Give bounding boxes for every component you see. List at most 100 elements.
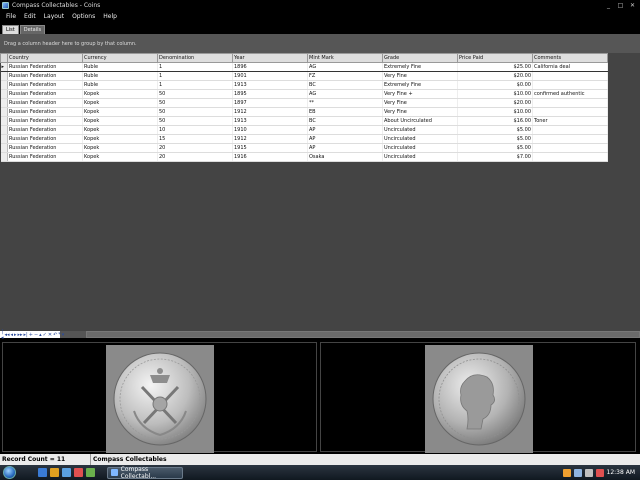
close-icon[interactable]: ✕ (628, 2, 637, 9)
cell-price-paid[interactable]: $5.00 (457, 125, 533, 135)
cell-comments[interactable] (532, 134, 608, 144)
cell-grade[interactable]: Uncirculated (382, 134, 458, 144)
cell-mint-mark[interactable]: BC (307, 116, 383, 126)
taskbar-app-button[interactable]: Compass Collectabl... (107, 466, 183, 480)
cell-country[interactable]: Russian Federation (7, 71, 83, 81)
minimize-icon[interactable]: _ (604, 2, 613, 9)
cell-denomination[interactable]: 50 (157, 116, 233, 126)
menu-options[interactable]: Options (72, 13, 95, 20)
column-header-country[interactable]: Country (7, 53, 83, 63)
obverse-image-panel[interactable] (2, 342, 317, 453)
cell-mint-mark[interactable]: AP (307, 134, 383, 144)
cell-mint-mark[interactable]: AG (307, 89, 383, 99)
table-row[interactable]: Russian Federation Kopek 50 1897 ** Very… (0, 98, 608, 108)
cell-currency[interactable]: Kopek (82, 152, 158, 162)
bookmark-icon[interactable]: * (58, 332, 61, 338)
cell-mint-mark[interactable]: BC (307, 80, 383, 90)
cell-country[interactable]: Russian Federation (7, 98, 83, 108)
column-header-comments[interactable]: Comments (532, 53, 608, 63)
cell-price-paid[interactable]: $5.00 (457, 134, 533, 144)
row-selector[interactable] (0, 71, 8, 81)
cell-denomination[interactable]: 50 (157, 107, 233, 117)
cell-grade[interactable]: Very Fine (382, 98, 458, 108)
cell-country[interactable]: Russian Federation (7, 134, 83, 144)
cell-currency[interactable]: Kopek (82, 134, 158, 144)
security-icon[interactable] (595, 468, 604, 477)
cell-comments[interactable]: confirmed authentic (532, 89, 608, 99)
cell-price-paid[interactable]: $10.00 (457, 107, 533, 117)
row-selector[interactable] (0, 143, 8, 153)
cell-currency[interactable]: Ruble (82, 80, 158, 90)
last-record-icon[interactable]: ▸| (24, 332, 28, 338)
maximize-icon[interactable]: □ (616, 2, 625, 9)
cell-country[interactable]: Russian Federation (7, 143, 83, 153)
cell-year[interactable]: 1912 (232, 107, 308, 117)
cell-mint-mark[interactable]: Osaka (307, 152, 383, 162)
cell-grade[interactable]: Extremely Fine (382, 80, 458, 90)
menu-layout[interactable]: Layout (44, 13, 64, 20)
cell-price-paid[interactable]: $20.00 (457, 71, 533, 81)
table-row[interactable]: Russian Federation Kopek 10 1910 AP Unci… (0, 125, 608, 135)
edit-record-icon[interactable]: ▴ (39, 332, 42, 338)
cell-grade[interactable]: Very Fine (382, 71, 458, 81)
folder-icon[interactable] (50, 468, 59, 477)
table-row[interactable]: Russian Federation Kopek 20 1915 AP Unci… (0, 143, 608, 153)
horizontal-scrollbar[interactable] (86, 331, 640, 338)
cell-mint-mark[interactable]: EB (307, 107, 383, 117)
next-page-icon[interactable]: ▸▸ (18, 332, 23, 338)
cell-comments[interactable] (532, 107, 608, 117)
cell-grade[interactable]: Uncirculated (382, 125, 458, 135)
column-header-currency[interactable]: Currency (82, 53, 158, 63)
cell-price-paid[interactable]: $20.00 (457, 98, 533, 108)
cell-year[interactable]: 1916 (232, 152, 308, 162)
cell-price-paid[interactable]: $7.00 (457, 152, 533, 162)
cell-mint-mark[interactable]: ** (307, 98, 383, 108)
cell-grade[interactable]: Extremely Fine (382, 62, 458, 72)
cell-year[interactable]: 1901 (232, 71, 308, 81)
cell-year[interactable]: 1912 (232, 134, 308, 144)
cell-grade[interactable]: Very Fine (382, 107, 458, 117)
tab-details[interactable]: Details (19, 25, 46, 34)
app-launch-icon[interactable] (86, 468, 95, 477)
cancel-edit-icon[interactable]: ✕ (48, 332, 52, 338)
show-desktop-icon[interactable] (62, 468, 71, 477)
network-icon[interactable] (573, 468, 582, 477)
cell-comments[interactable] (532, 152, 608, 162)
table-row[interactable]: Russian Federation Kopek 50 1895 AG Very… (0, 89, 608, 99)
cell-comments[interactable] (532, 125, 608, 135)
cell-denomination[interactable]: 20 (157, 152, 233, 162)
table-row[interactable]: Russian Federation Kopek 50 1912 EB Very… (0, 107, 608, 117)
column-header-mint-mark[interactable]: Mint Mark (307, 53, 383, 63)
cell-denomination[interactable]: 10 (157, 125, 233, 135)
cell-price-paid[interactable]: $10.00 (457, 89, 533, 99)
cell-price-paid[interactable]: $5.00 (457, 143, 533, 153)
row-selector[interactable] (0, 89, 8, 99)
cell-year[interactable]: 1910 (232, 125, 308, 135)
cell-currency[interactable]: Ruble (82, 71, 158, 81)
cell-denomination[interactable]: 1 (157, 80, 233, 90)
previous-record-icon[interactable]: ◂ (11, 332, 14, 338)
cell-currency[interactable]: Kopek (82, 98, 158, 108)
cell-country[interactable]: Russian Federation (7, 152, 83, 162)
group-by-panel[interactable]: Drag a column header here to group by th… (0, 34, 640, 53)
cell-mint-mark[interactable]: FZ (307, 71, 383, 81)
cell-currency[interactable]: Ruble (82, 62, 158, 72)
column-header-grade[interactable]: Grade (382, 53, 458, 63)
tray-update-icon[interactable] (562, 468, 571, 477)
cell-currency[interactable]: Kopek (82, 89, 158, 99)
media-icon[interactable] (74, 468, 83, 477)
current-row-indicator-icon[interactable]: ▸ (0, 62, 8, 72)
column-header-price-paid[interactable]: Price Paid (457, 53, 533, 63)
table-row[interactable]: Russian Federation Kopek 20 1916 Osaka U… (0, 152, 608, 162)
cell-comments[interactable] (532, 71, 608, 81)
row-selector[interactable] (0, 125, 8, 135)
cell-year[interactable]: 1897 (232, 98, 308, 108)
row-selector[interactable] (0, 107, 8, 117)
cell-denomination[interactable]: 1 (157, 62, 233, 72)
next-record-icon[interactable]: ▸ (14, 332, 17, 338)
column-header-year[interactable]: Year (232, 53, 308, 63)
cell-country[interactable]: Russian Federation (7, 80, 83, 90)
row-selector[interactable] (0, 134, 8, 144)
first-record-icon[interactable]: |◂ (1, 329, 4, 341)
cell-year[interactable]: 1895 (232, 89, 308, 99)
